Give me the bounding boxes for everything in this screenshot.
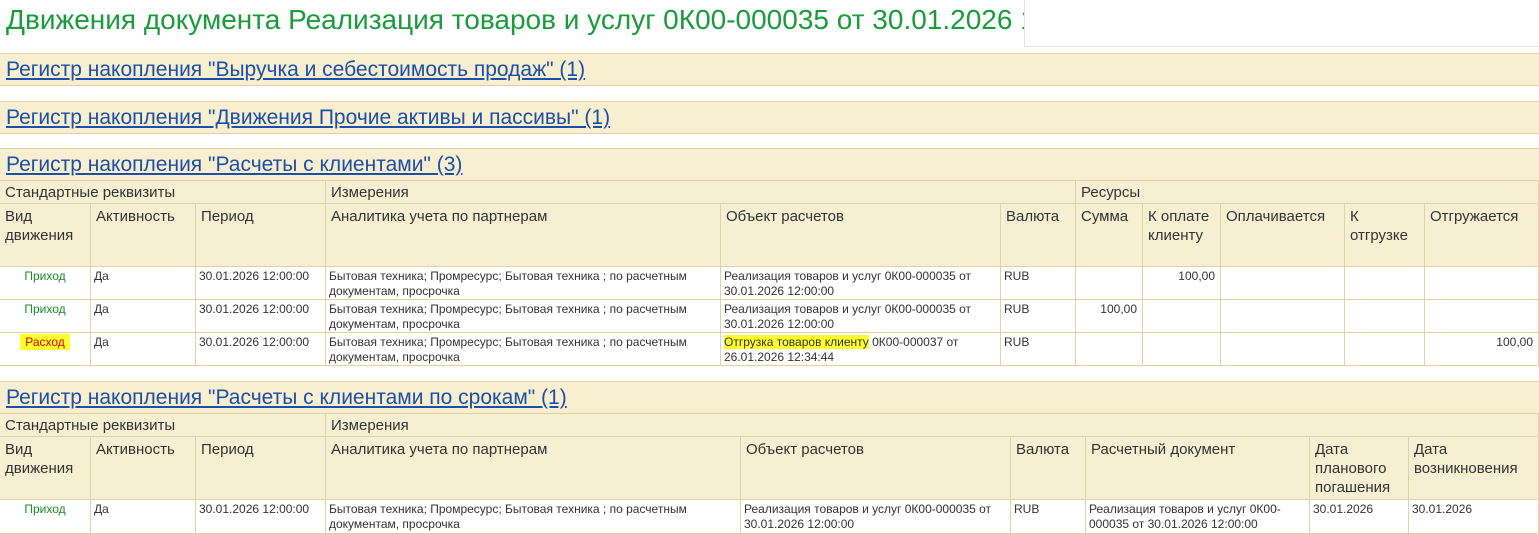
register-header-client-settlements-terms: Регистр накопления "Расчеты с клиентами … bbox=[0, 381, 1539, 414]
table-cell-analytics[interactable]: Бытовая техника; Промресурс; Бытовая тех… bbox=[326, 300, 721, 333]
table-row-movement[interactable]: Расход bbox=[0, 333, 91, 366]
table-cell-object[interactable]: Реализация товаров и услуг 0К00-000035 о… bbox=[721, 300, 1001, 333]
table-cell-to-ship[interactable] bbox=[1345, 267, 1425, 300]
table-cell-analytics[interactable]: Бытовая техника; Промресурс; Бытовая тех… bbox=[326, 333, 721, 366]
table-cell-period[interactable]: 30.01.2026 12:00:00 bbox=[196, 333, 326, 366]
table-cell-activity[interactable]: Да bbox=[91, 267, 196, 300]
table-cell-plan-date[interactable]: 30.01.2026 bbox=[1310, 500, 1409, 534]
table-cell-object[interactable]: Отгрузка товаров клиенту 0К00-000037 от … bbox=[721, 333, 1001, 366]
register-header-client-settlements: Регистр накопления "Расчеты с клиентами"… bbox=[0, 148, 1539, 181]
col-header-analytics[interactable]: Аналитика учета по партнерам bbox=[326, 437, 741, 500]
col-header-to-pay[interactable]: К оплате клиенту bbox=[1143, 204, 1221, 267]
group-dimensions: Измерения bbox=[326, 181, 1076, 204]
table-cell-sum[interactable] bbox=[1076, 267, 1143, 300]
table-cell-to-pay[interactable] bbox=[1143, 333, 1221, 366]
movement-income: Приход bbox=[24, 302, 66, 316]
register-link-client-settlements-terms[interactable]: Регистр накопления "Расчеты с клиентами … bbox=[6, 386, 567, 410]
table-cell-analytics[interactable]: Бытовая техника; Промресурс; Бытовая тех… bbox=[326, 267, 721, 300]
col-header-period[interactable]: Период bbox=[196, 204, 326, 267]
table-cell-period[interactable]: 30.01.2026 12:00:00 bbox=[196, 500, 326, 534]
register-link-client-settlements[interactable]: Регистр накопления "Расчеты с клиентами"… bbox=[6, 153, 462, 177]
register-header-revenue: Регистр накопления "Выручка и себестоимо… bbox=[0, 53, 1539, 86]
col-header-currency[interactable]: Валюта bbox=[1011, 437, 1086, 500]
table-cell-activity[interactable]: Да bbox=[91, 300, 196, 333]
group-dimensions: Измерения bbox=[326, 414, 1539, 437]
group-standard: Стандартные реквизиты bbox=[0, 181, 326, 204]
group-standard: Стандартные реквизиты bbox=[0, 414, 326, 437]
table-cell-shipping[interactable]: 100,00 bbox=[1425, 333, 1539, 366]
group-resources: Ресурсы bbox=[1076, 181, 1539, 204]
table-cell-paying[interactable] bbox=[1221, 300, 1345, 333]
table-cell-paying[interactable] bbox=[1221, 267, 1345, 300]
movement-income: Приход bbox=[24, 502, 66, 516]
table-cell-to-ship[interactable] bbox=[1345, 300, 1425, 333]
highlighted-text: Отгрузка товаров клиенту bbox=[724, 335, 869, 349]
table-cell-shipping[interactable] bbox=[1425, 267, 1539, 300]
col-header-period[interactable]: Период bbox=[196, 437, 326, 500]
table-cell-analytics[interactable]: Бытовая техника; Промресурс; Бытовая тех… bbox=[326, 500, 741, 534]
table-cell-currency[interactable]: RUB bbox=[1001, 333, 1076, 366]
table-cell-sum[interactable]: 100,00 bbox=[1076, 300, 1143, 333]
col-header-shipping[interactable]: Отгружается bbox=[1425, 204, 1539, 267]
table-cell-settlement-doc[interactable]: Реализация товаров и услуг 0К00-000035 о… bbox=[1086, 500, 1310, 534]
table-row-movement[interactable]: Приход bbox=[0, 300, 91, 333]
register-link-other-assets[interactable]: Регистр накопления "Движения Прочие акти… bbox=[6, 106, 610, 130]
table-cell-currency[interactable]: RUB bbox=[1001, 267, 1076, 300]
col-header-movement[interactable]: Вид движения bbox=[0, 204, 91, 267]
table-cell-currency[interactable]: RUB bbox=[1011, 500, 1086, 534]
col-header-currency[interactable]: Валюта bbox=[1001, 204, 1076, 267]
col-header-object[interactable]: Объект расчетов bbox=[721, 204, 1001, 267]
col-header-activity[interactable]: Активность bbox=[91, 204, 196, 267]
table-cell-shipping[interactable] bbox=[1425, 300, 1539, 333]
table-cell-sum[interactable] bbox=[1076, 333, 1143, 366]
movement-expense: Расход bbox=[20, 334, 70, 350]
table-cell-period[interactable]: 30.01.2026 12:00:00 bbox=[196, 267, 326, 300]
register-link-revenue[interactable]: Регистр накопления "Выручка и себестоимо… bbox=[6, 58, 585, 82]
table-row-movement[interactable]: Приход bbox=[0, 500, 91, 534]
table-row-movement[interactable]: Приход bbox=[0, 267, 91, 300]
table-cell-to-ship[interactable] bbox=[1345, 333, 1425, 366]
table-cell-currency[interactable]: RUB bbox=[1001, 300, 1076, 333]
top-panel bbox=[1024, 0, 1539, 47]
table-cell-to-pay[interactable] bbox=[1143, 300, 1221, 333]
col-header-activity[interactable]: Активность bbox=[91, 437, 196, 500]
table-cell-object[interactable]: Реализация товаров и услуг 0К00-000035 о… bbox=[721, 267, 1001, 300]
col-header-sum[interactable]: Сумма bbox=[1076, 204, 1143, 267]
col-header-paying[interactable]: Оплачивается bbox=[1221, 204, 1345, 267]
col-header-settlement-doc[interactable]: Расчетный документ bbox=[1086, 437, 1310, 500]
table-cell-activity[interactable]: Да bbox=[91, 333, 196, 366]
col-header-movement[interactable]: Вид движения bbox=[0, 437, 91, 500]
col-header-plan-date[interactable]: Дата планового погашения bbox=[1310, 437, 1409, 500]
table-cell-paying[interactable] bbox=[1221, 333, 1345, 366]
table-cell-object[interactable]: Реализация товаров и услуг 0К00-000035 о… bbox=[741, 500, 1011, 534]
table-cell-to-pay[interactable]: 100,00 bbox=[1143, 267, 1221, 300]
col-header-analytics[interactable]: Аналитика учета по партнерам bbox=[326, 204, 721, 267]
page-title: Движения документа Реализация товаров и … bbox=[6, 4, 1130, 35]
col-header-object[interactable]: Объект расчетов bbox=[741, 437, 1011, 500]
movement-income: Приход bbox=[24, 269, 66, 283]
register-header-other-assets: Регистр накопления "Движения Прочие акти… bbox=[0, 101, 1539, 134]
table-cell-period[interactable]: 30.01.2026 12:00:00 bbox=[196, 300, 326, 333]
col-header-to-ship[interactable]: К отгрузке bbox=[1345, 204, 1425, 267]
table-cell-origin-date[interactable]: 30.01.2026 bbox=[1409, 500, 1539, 534]
col-header-origin-date[interactable]: Дата возникновения bbox=[1409, 437, 1539, 500]
table-cell-activity[interactable]: Да bbox=[91, 500, 196, 534]
